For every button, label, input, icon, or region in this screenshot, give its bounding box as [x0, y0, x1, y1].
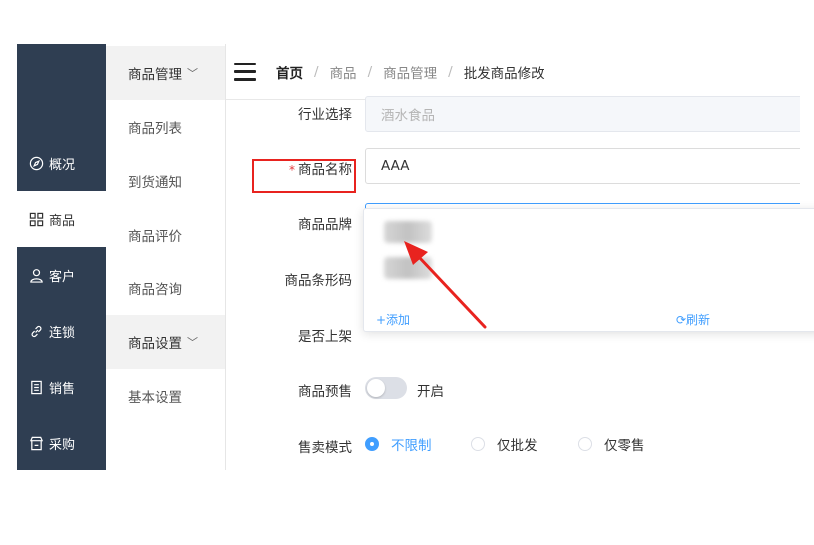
menu-item-basic-settings[interactable]: 基本设置 — [106, 369, 225, 423]
menu-group-label: 商品设置 — [128, 336, 182, 352]
sidebar-item-label: 连锁 — [49, 325, 76, 341]
breadcrumb-separator: / — [448, 63, 453, 80]
breadcrumb-current: 批发商品修改 — [463, 65, 545, 82]
sidebar-item-label: 销售 — [49, 381, 76, 397]
presale-label: 商品预售 — [298, 384, 352, 400]
radio-label: 仅零售 — [604, 438, 645, 454]
sidebar-item-overview[interactable]: 概况 — [17, 135, 106, 191]
menu-item-arrival-notice[interactable]: 到货通知 — [106, 154, 225, 208]
sidebar-item-goods[interactable]: 商品 — [17, 191, 106, 247]
menu-group-goods-settings[interactable]: 商品设置 ﹀ — [106, 315, 225, 369]
sale-mode-radio-wholesale[interactable]: 仅批发 — [471, 434, 538, 454]
industry-label: 行业选择 — [298, 107, 352, 123]
brand-highlight-box — [252, 159, 356, 193]
receipt-icon — [28, 379, 44, 395]
secondary-sidebar: 商品管理 ﹀ 商品列表 到货通知 商品评价 商品咨询 商品设置 ﹀ 基本设置 — [106, 44, 225, 470]
breadcrumb-goods-management[interactable]: 商品管理 — [383, 62, 437, 82]
add-brand-link[interactable]: +添加 — [376, 311, 410, 328]
link-icon — [28, 323, 44, 339]
sidebar-item-label: 采购 — [49, 437, 76, 453]
breadcrumb-separator: / — [367, 63, 373, 80]
option-blurred — [384, 257, 432, 279]
sidebar-item-sales[interactable]: 销售 — [17, 359, 106, 415]
sidebar-item-label: 客户 — [49, 269, 76, 285]
menu-item-label: 商品评价 — [128, 229, 182, 245]
radio-dot — [471, 437, 485, 451]
breadcrumb: 首页 / 商品 / 商品管理 / 批发商品修改 — [276, 62, 545, 82]
switch-knob — [367, 379, 385, 397]
user-icon — [28, 267, 44, 283]
radio-dot — [578, 437, 592, 451]
primary-sidebar: 概况 商品 客户 连锁 销售 采购 — [17, 44, 106, 470]
sale-mode-radio-unlimited[interactable]: 不限制 — [365, 434, 432, 454]
sidebar-item-label: 概况 — [49, 157, 76, 173]
grid-icon — [28, 211, 44, 227]
radio-label: 不限制 — [391, 438, 432, 454]
shop-icon — [28, 435, 44, 451]
sidebar-item-customers[interactable]: 客户 — [17, 247, 106, 303]
brand-dropdown: +添加 ⟳刷新 — [363, 208, 814, 332]
sale-mode-radio-retail[interactable]: 仅零售 — [578, 434, 645, 454]
menu-item-goods-list[interactable]: 商品列表 — [106, 100, 225, 154]
presale-switch-text: 开启 — [417, 384, 444, 400]
barcode-label: 商品条形码 — [284, 273, 353, 289]
menu-item-label: 商品列表 — [128, 121, 182, 137]
option-blurred — [384, 221, 432, 243]
menu-item-label: 商品咨询 — [128, 282, 182, 298]
chevron-down-icon: ﹀ — [187, 336, 198, 349]
menu-item-label: 到货通知 — [128, 175, 182, 191]
breadcrumb-home[interactable]: 首页 — [276, 62, 303, 82]
goods-name-value: AAA — [381, 158, 410, 174]
sale-mode-label: 售卖模式 — [298, 440, 352, 456]
radio-label: 仅批发 — [497, 438, 538, 454]
menu-item-label: 基本设置 — [128, 390, 182, 406]
brand-label: 商品品牌 — [298, 217, 352, 233]
menu-item-goods-review[interactable]: 商品评价 — [106, 208, 225, 262]
menu-toggle-icon[interactable] — [234, 62, 256, 81]
sidebar-item-label: 商品 — [49, 213, 76, 229]
radio-dot — [365, 437, 379, 451]
industry-select: 酒水食品 — [365, 96, 800, 132]
breadcrumb-goods[interactable]: 商品 — [330, 62, 357, 82]
menu-item-goods-consult[interactable]: 商品咨询 — [106, 261, 225, 315]
chevron-down-icon: ﹀ — [187, 67, 198, 80]
breadcrumb-separator: / — [314, 63, 319, 80]
industry-value: 酒水食品 — [381, 108, 435, 124]
menu-group-goods-management[interactable]: 商品管理 ﹀ — [106, 46, 225, 100]
sidebar-item-chain[interactable]: 连锁 — [17, 303, 106, 359]
on-shelf-label: 是否上架 — [298, 329, 352, 345]
compass-icon — [28, 155, 44, 171]
menu-group-label: 商品管理 — [128, 67, 182, 83]
presale-switch[interactable] — [365, 377, 407, 399]
sidebar-item-purchase[interactable]: 采购 — [17, 415, 106, 470]
dropdown-option[interactable] — [384, 255, 432, 281]
top-header: 首页 / 商品 / 商品管理 / 批发商品修改 — [226, 44, 800, 100]
goods-name-input[interactable]: AAA — [365, 148, 800, 184]
dropdown-option[interactable] — [384, 219, 432, 245]
refresh-brand-link[interactable]: ⟳刷新 — [676, 311, 710, 328]
